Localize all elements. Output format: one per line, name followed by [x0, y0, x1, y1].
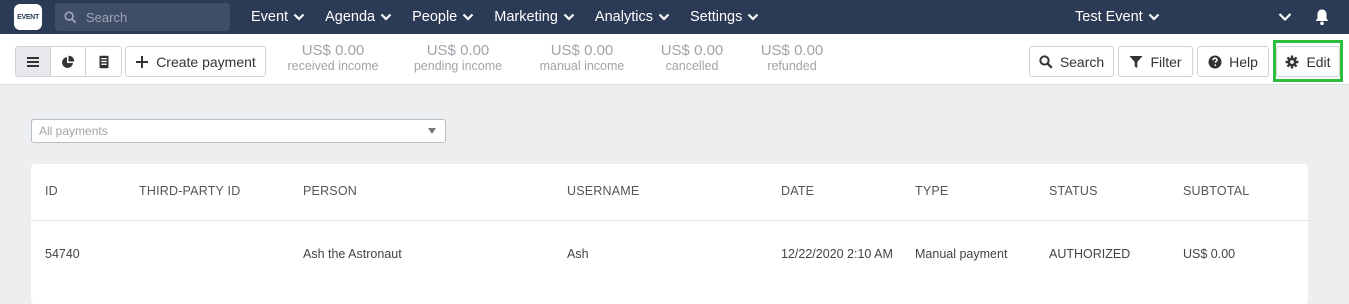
search-button-label: Search — [1059, 53, 1105, 70]
cell-person[interactable]: Ash the Astronaut — [303, 247, 402, 261]
stat-label: refunded — [767, 59, 817, 73]
logo-text: EVENT — [17, 13, 39, 21]
stat-amount: US$ 0.00 — [660, 42, 724, 59]
search-button[interactable]: Search — [1029, 46, 1114, 77]
nav-item-label: People — [412, 9, 458, 25]
nav-item-event[interactable]: Event — [251, 9, 305, 25]
chevron-down-icon — [462, 13, 474, 21]
cell-type: Manual payment — [915, 247, 1008, 261]
nav-item-label: Settings — [689, 9, 743, 25]
filter-icon — [1129, 55, 1143, 68]
chevron-down-icon — [293, 13, 305, 21]
top-nav: EVENT Event Agenda People Marketing Anal… — [0, 0, 1349, 34]
nav-item-settings[interactable]: Settings — [690, 9, 759, 25]
bell-icon[interactable] — [1314, 8, 1330, 26]
stat-refunded: US$ 0.00 refunded — [752, 42, 832, 73]
stat-amount: US$ 0.00 — [301, 42, 365, 59]
chevron-down-icon — [658, 13, 670, 21]
search-icon — [1039, 54, 1053, 69]
chevron-down-icon — [748, 13, 759, 21]
payment-filter-select[interactable]: All payments — [31, 119, 446, 143]
payment-filter-value: All payments — [39, 124, 108, 138]
list-view-button[interactable] — [16, 47, 51, 76]
nav-item-label: Analytics — [594, 9, 653, 25]
nav-item-label: Marketing — [494, 9, 558, 25]
column-header-username[interactable]: USERNAME — [567, 184, 639, 198]
nav-item-analytics[interactable]: Analytics — [595, 9, 670, 25]
nav-item-label: Agenda — [325, 9, 376, 25]
payments-toolbar: Create payment US$ 0.00 received income … — [0, 34, 1349, 85]
filter-button[interactable]: Filter — [1118, 46, 1193, 77]
chevron-down-icon[interactable] — [1278, 12, 1292, 22]
caret-down-icon — [428, 128, 436, 134]
plus-icon — [136, 55, 149, 68]
chevron-down-icon — [563, 13, 575, 21]
column-header-date[interactable]: DATE — [781, 184, 814, 198]
chart-view-button[interactable] — [51, 47, 86, 76]
stat-amount: US$ 0.00 — [426, 42, 490, 59]
nav-search[interactable] — [55, 3, 230, 31]
filter-button-label: Filter — [1150, 53, 1182, 70]
report-view-button[interactable] — [86, 47, 121, 76]
main-menu: Event Agenda People Marketing Analytics … — [251, 0, 779, 34]
cell-date: 12/22/2020 2:10 AM — [781, 247, 893, 261]
nav-search-input[interactable] — [86, 9, 226, 25]
column-header-id[interactable]: ID — [45, 184, 58, 198]
event-name: Test Event — [1075, 9, 1143, 25]
stat-received-income: US$ 0.00 received income — [280, 42, 386, 73]
stat-label: cancelled — [665, 59, 719, 73]
chevron-down-icon — [1148, 13, 1159, 21]
app-logo[interactable]: EVENT — [14, 4, 42, 30]
table-header: ID THIRD-PARTY ID PERSON USERNAME DATE T… — [31, 164, 1308, 221]
view-switcher — [15, 46, 122, 77]
column-header-person[interactable]: PERSON — [303, 184, 357, 198]
stat-label: pending income — [413, 59, 503, 73]
question-circle-icon — [1208, 55, 1222, 68]
stat-pending-income: US$ 0.00 pending income — [408, 42, 508, 73]
nav-item-label: Event — [251, 9, 289, 25]
help-button[interactable]: Help — [1197, 46, 1269, 77]
nav-item-agenda[interactable]: Agenda — [325, 9, 392, 25]
create-payment-button[interactable]: Create payment — [125, 46, 266, 77]
search-icon — [64, 10, 77, 23]
help-button-label: Help — [1229, 53, 1258, 70]
chevron-down-icon — [380, 13, 392, 21]
stat-cancelled: US$ 0.00 cancelled — [652, 42, 732, 73]
cell-username: Ash — [567, 247, 589, 261]
column-header-third-party-id[interactable]: THIRD-PARTY ID — [139, 184, 240, 198]
column-header-subtotal[interactable]: SUBTOTAL — [1183, 184, 1249, 198]
stat-label: received income — [287, 59, 379, 73]
stat-label: manual income — [539, 59, 625, 73]
cell-subtotal: US$ 0.00 — [1183, 247, 1236, 261]
document-icon — [99, 55, 108, 68]
stat-manual-income: US$ 0.00 manual income — [533, 42, 631, 73]
payments-table: ID THIRD-PARTY ID PERSON USERNAME DATE T… — [31, 164, 1308, 304]
stat-amount: US$ 0.00 — [550, 42, 614, 59]
event-selector[interactable]: Test Event — [1075, 0, 1160, 34]
pie-chart-icon — [62, 55, 75, 68]
stat-amount: US$ 0.00 — [760, 42, 824, 59]
column-header-type[interactable]: TYPE — [915, 184, 948, 198]
edit-button-highlight — [1273, 40, 1343, 82]
cell-id: 54740 — [45, 247, 80, 261]
cell-status: AUTHORIZED — [1049, 247, 1131, 261]
list-icon — [27, 56, 39, 67]
column-header-status[interactable]: STATUS — [1049, 184, 1098, 198]
nav-item-people[interactable]: People — [412, 9, 474, 25]
nav-item-marketing[interactable]: Marketing — [494, 9, 575, 25]
create-payment-label: Create payment — [156, 53, 256, 70]
